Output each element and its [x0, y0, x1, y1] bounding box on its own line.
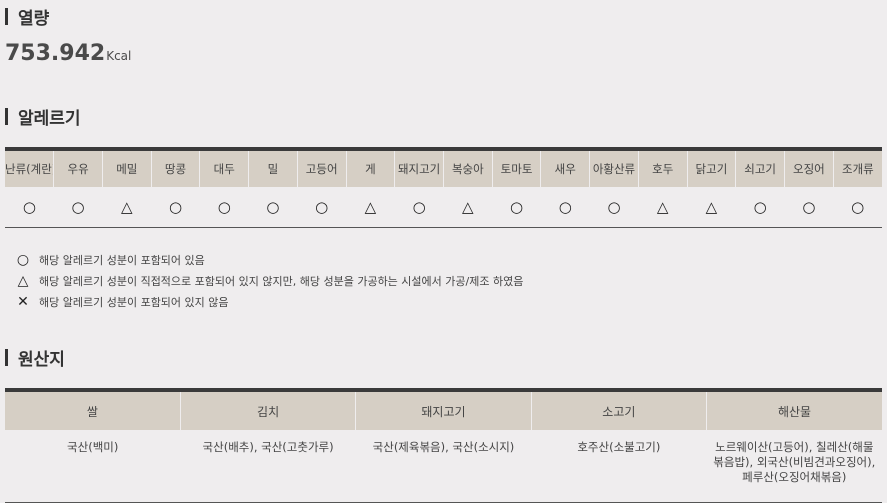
allergy-header-cell: 새우: [540, 149, 590, 187]
allergy-header-cell: 우유: [53, 149, 103, 187]
allergy-value-cell: ○: [753, 198, 767, 216]
title-bar-marker: [5, 349, 8, 366]
allergy-section-title: 알레르기: [5, 104, 81, 129]
legend-symbol: ○: [16, 251, 30, 268]
allergy-header-cell: 조개류: [832, 149, 882, 187]
allergy-table: 난류(계란) 우유 메밀 땅콩 대두 밀 고등어 게 돼지고기 복숭아 토마토 새우 아황산류 호두 닭고기…: [5, 147, 882, 228]
allergy-header-row: 난류(계란) 우유 메밀 땅콩 대두 밀 고등어 게 돼지고기 복숭아 토마토 새우 아황산류 호두 닭고기…: [5, 149, 882, 187]
legend-item: ✕ 해당 알레르기 성분이 포함되어 있지 않음: [15, 291, 523, 312]
origin-value-cell: 국산(배추), 국산(고춧가루): [202, 440, 334, 454]
calorie-section-title: 열량: [5, 4, 49, 29]
allergy-header-cell: 밀: [248, 149, 298, 187]
allergy-header-cell: 닭고기: [686, 149, 736, 187]
allergy-header-cell: 호두: [637, 149, 688, 187]
origin-table: 쌀 김치 돼지고기 소고기 해산물 국산(백미) 국산(배추), 국산(고춧가루) 국산(제…: [5, 388, 882, 503]
origin-section-title: 원산지: [5, 345, 65, 370]
allergy-value-cell: ○: [412, 198, 426, 216]
allergy-value-cell: △: [656, 198, 669, 216]
allergy-header-cell: 복숭아: [442, 149, 493, 187]
origin-header-cell: 돼지고기: [355, 390, 532, 430]
calorie-title: 열량: [18, 9, 50, 29]
origin-header-cell: 해산물: [706, 390, 882, 430]
allergy-header-cell: 오징어: [784, 149, 834, 187]
allergy-value-cell: △: [121, 198, 133, 216]
origin-value-cell: 국산(제육볶음), 국산(소시지): [372, 440, 515, 454]
allergy-value-cell: ○: [22, 198, 36, 216]
allergy-header-cell: 토마토: [491, 149, 541, 187]
calorie-number: 753.942: [5, 41, 106, 66]
origin-value-cell: 국산(백미): [67, 440, 119, 454]
origin-value-cell: 노르웨이산(고등어), 칠레산(해물볶음밥), 외국산(비빔견과오징어), 페루…: [713, 440, 876, 484]
legend-symbol: ✕: [17, 293, 29, 310]
legend-text: 해당 알레르기 성분이 직접적으로 포함되어 있지 않지만, 해당 성분을 가공…: [39, 274, 524, 288]
legend-text: 해당 알레르기 성분이 포함되어 있지 않음: [39, 295, 229, 309]
allergy-header-cell: 대두: [199, 149, 249, 187]
title-bar-marker: [5, 8, 8, 25]
origin-header-cell: 쌀: [5, 390, 181, 430]
allergy-value-cell: △: [705, 198, 718, 216]
legend-symbol: △: [17, 272, 29, 289]
allergy-value-row: ○ ○ △ ○ ○ ○ ○ △ ○ △ ○ ○ ○ △ △ ○ ○ ○: [5, 187, 882, 228]
allergy-value-cell: ○: [802, 198, 816, 216]
allergy-legend: ○ 해당 알레르기 성분이 포함되어 있음 △ 해당 알레르기 성분이 직접적으로 포…: [15, 249, 523, 312]
allergy-value-cell: ○: [510, 198, 524, 216]
allergy-value-cell: △: [364, 198, 377, 216]
allergy-value-cell: ○: [168, 198, 183, 216]
allergy-title: 알레르기: [18, 109, 81, 129]
legend-item: ○ 해당 알레르기 성분이 포함되어 있음: [15, 249, 523, 270]
title-bar-marker: [5, 108, 8, 125]
allergy-header-cell: 고등어: [296, 149, 347, 187]
allergy-header-cell: 난류(계란): [5, 149, 54, 187]
origin-title: 원산지: [18, 350, 65, 370]
origin-value-row: 국산(백미) 국산(배추), 국산(고춧가루) 국산(제육볶음), 국산(소시지) 호…: [5, 430, 882, 503]
origin-header-cell: 소고기: [530, 390, 707, 430]
allergy-header-cell: 돼지고기: [394, 149, 444, 187]
legend-text: 해당 알레르기 성분이 포함되어 있음: [39, 253, 205, 267]
allergy-header-cell: 아황산류: [589, 149, 639, 187]
allergy-header-cell: 쇠고기: [735, 149, 785, 187]
allergy-value-cell: ○: [558, 198, 572, 216]
origin-value-cell: 호주산(소불고기): [577, 440, 661, 454]
allergy-value-cell: ○: [607, 198, 621, 216]
allergy-value-cell: ○: [217, 198, 231, 216]
calorie-value: 753.942Kcal: [5, 41, 131, 66]
origin-header-row: 쌀 김치 돼지고기 소고기 해산물: [5, 390, 882, 430]
allergy-value-cell: ○: [266, 198, 280, 216]
allergy-value-cell: △: [462, 198, 474, 216]
allergy-value-cell: ○: [315, 198, 329, 216]
legend-item: △ 해당 알레르기 성분이 직접적으로 포함되어 있지 않지만, 해당 성분을 가…: [15, 270, 524, 291]
origin-header-cell: 김치: [179, 390, 356, 430]
allergy-value-cell: ○: [851, 198, 865, 216]
allergy-header-cell: 땅콩: [150, 149, 200, 187]
allergy-header-cell: 메밀: [101, 149, 152, 187]
allergy-header-cell: 게: [345, 149, 395, 187]
calorie-unit: Kcal: [106, 49, 132, 63]
allergy-value-cell: ○: [71, 198, 85, 216]
